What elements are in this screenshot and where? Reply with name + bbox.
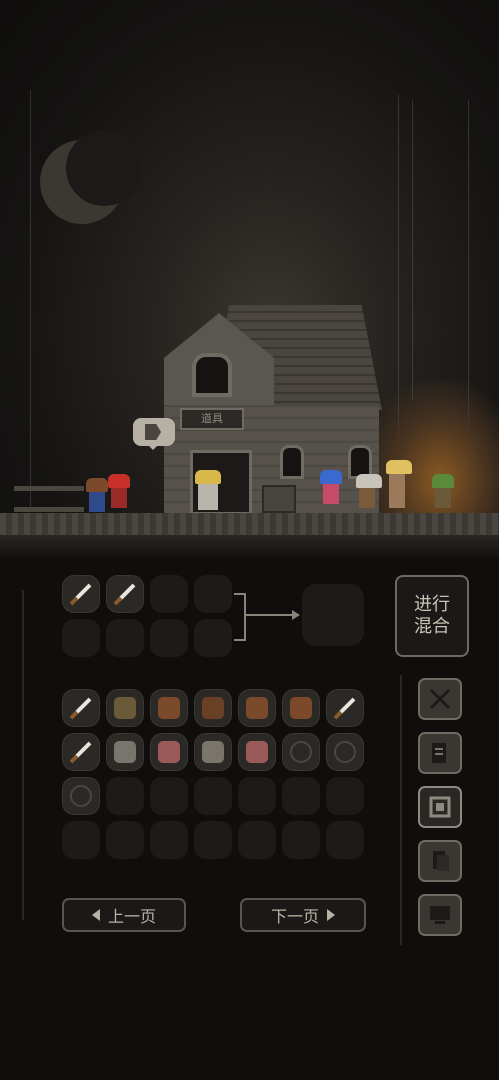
item-slot[interactable] (62, 575, 100, 613)
witch-hat-icon (114, 697, 136, 719)
hero-blue[interactable] (320, 470, 342, 504)
mix-result-slot[interactable] (302, 584, 364, 646)
sword-icon (333, 697, 356, 720)
item-slot[interactable] (106, 575, 144, 613)
hero-red[interactable] (108, 474, 130, 508)
item-slot[interactable] (326, 733, 364, 771)
item-slot[interactable] (106, 733, 144, 771)
rain-streak (30, 90, 31, 510)
speech-bubble[interactable] (133, 418, 175, 450)
crate (262, 485, 296, 513)
rain-streak (412, 100, 413, 400)
empty-slot[interactable] (326, 777, 364, 815)
red-tablet-icon (246, 741, 268, 763)
house-window (280, 445, 304, 479)
panel-border-left (22, 590, 24, 920)
hero-warrior[interactable] (356, 474, 382, 508)
prev-page-button[interactable]: 上一页 (62, 898, 186, 932)
panel-border-right (400, 675, 402, 945)
ring-icon (70, 785, 92, 807)
item-slot[interactable] (62, 733, 100, 771)
item-slot[interactable] (238, 733, 276, 771)
document-icon (433, 851, 449, 871)
empty-slot[interactable] (282, 821, 320, 859)
tab-documents[interactable] (418, 840, 462, 882)
scroll-icon (432, 743, 446, 763)
item-slot[interactable] (282, 689, 320, 727)
empty-slot[interactable] (194, 619, 232, 657)
boot-icon (202, 697, 224, 719)
item-slot[interactable] (194, 689, 232, 727)
attic-window (192, 353, 232, 397)
item-slot[interactable] (282, 733, 320, 771)
stone-tablet-icon (202, 741, 224, 763)
item-slot[interactable] (106, 689, 144, 727)
empty-slot[interactable] (106, 777, 144, 815)
stone-tablet-icon (114, 741, 136, 763)
empty-slot[interactable] (194, 575, 232, 613)
chevron-right-icon (327, 909, 335, 921)
mix-button[interactable]: 进行混合 (395, 575, 469, 657)
ring-icon (290, 741, 312, 763)
tab-system[interactable] (418, 894, 462, 936)
empty-slot[interactable] (106, 821, 144, 859)
empty-slot[interactable] (326, 821, 364, 859)
item-slot[interactable] (326, 689, 364, 727)
chevron-left-icon (91, 909, 100, 921)
shop-house[interactable]: 道具 (152, 305, 384, 515)
empty-slot[interactable] (194, 821, 232, 859)
red-tablet-icon (158, 741, 180, 763)
tag-icon (145, 424, 161, 440)
ring-icon (334, 741, 356, 763)
sword-icon (69, 583, 92, 606)
empty-slot[interactable] (150, 619, 188, 657)
empty-slot[interactable] (150, 821, 188, 859)
ground-shadow (0, 535, 499, 560)
arrow-right-icon (292, 610, 300, 620)
empty-slot[interactable] (238, 821, 276, 859)
item-slot[interactable] (150, 689, 188, 727)
sword-icon (69, 697, 92, 720)
empty-slot[interactable] (150, 777, 188, 815)
empty-slot[interactable] (62, 619, 100, 657)
crossed-swords-icon (429, 688, 451, 710)
empty-slot[interactable] (106, 619, 144, 657)
game-scene: 道具 (0, 0, 499, 560)
sword-icon (113, 583, 136, 606)
shopkeeper-knight[interactable] (195, 470, 221, 510)
next-page-button[interactable]: 下一页 (240, 898, 366, 932)
monitor-icon (430, 906, 450, 924)
tab-mix[interactable] (418, 786, 462, 828)
prev-page-label: 上一页 (107, 907, 156, 926)
item-slot[interactable] (194, 733, 232, 771)
bracket-connector (234, 593, 246, 641)
item-slot[interactable] (150, 733, 188, 771)
mix-box-icon (429, 796, 451, 818)
moon-shadow (66, 130, 142, 206)
empty-slot[interactable] (62, 821, 100, 859)
leather-pants-icon (290, 697, 312, 719)
hero-green[interactable] (432, 474, 454, 508)
empty-slot[interactable] (238, 777, 276, 815)
tab-scrolls[interactable] (418, 732, 462, 774)
tab-weapons[interactable] (418, 678, 462, 720)
empty-slot[interactable] (194, 777, 232, 815)
empty-slot[interactable] (150, 575, 188, 613)
shop-sign: 道具 (180, 408, 244, 430)
empty-slot[interactable] (282, 777, 320, 815)
item-slot[interactable] (62, 777, 100, 815)
sword-icon (69, 741, 92, 764)
hero-thief[interactable] (86, 478, 108, 512)
fence (14, 486, 84, 512)
arrow-line (244, 614, 294, 616)
log-icon (246, 697, 268, 719)
item-slot[interactable] (62, 689, 100, 727)
hero-barbarian[interactable] (386, 460, 412, 510)
leather-armor-icon (158, 697, 180, 719)
item-slot[interactable] (238, 689, 276, 727)
next-page-label: 下一页 (270, 907, 319, 926)
